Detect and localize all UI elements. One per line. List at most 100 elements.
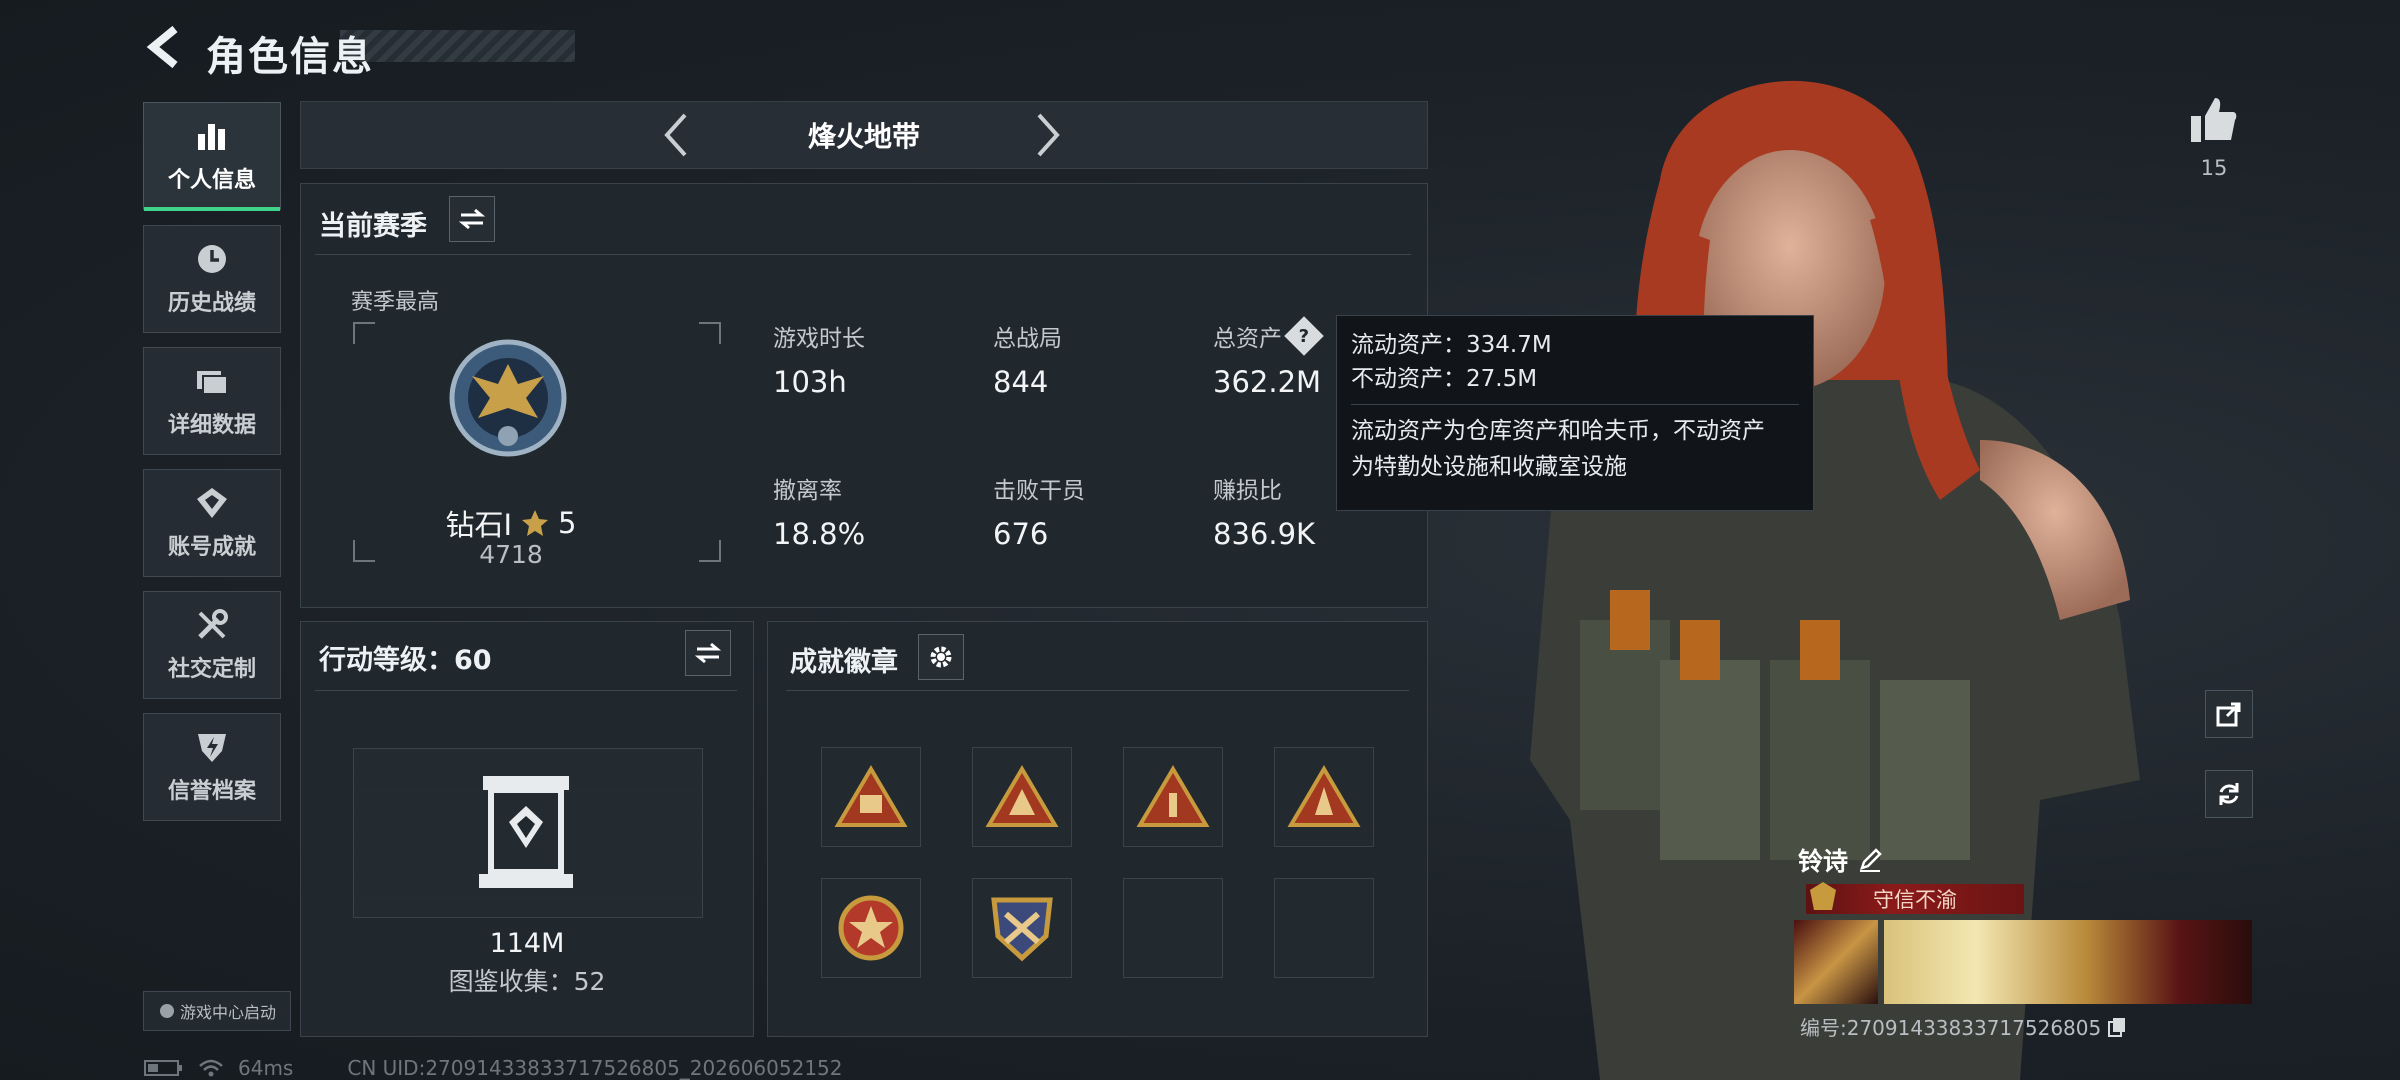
action-level-title: 行动等级：60: [319, 645, 492, 676]
gear-icon: [930, 646, 952, 668]
season-title: 当前赛季: [319, 211, 427, 242]
wrench-icon: [198, 609, 228, 639]
season-switch-button[interactable]: [449, 196, 495, 242]
shield-icon: [198, 734, 226, 762]
mode-selector: 烽火地带: [300, 101, 1428, 169]
sidebar-item-social-custom[interactable]: 社交定制: [143, 591, 281, 699]
star-medal-badge-icon: [838, 895, 904, 961]
rank-emblem-icon: [449, 339, 567, 457]
title-decoration: [340, 30, 575, 62]
frame-corner: [353, 322, 375, 344]
action-level-switch-button[interactable]: [685, 630, 731, 676]
sidebar-item-detailed-data[interactable]: 详细数据: [143, 347, 281, 455]
frame-corner: [699, 540, 721, 562]
copy-button[interactable]: [2107, 1016, 2127, 1038]
stat-value: 362.2M: [1213, 365, 1322, 399]
like-button[interactable]: 15: [2186, 96, 2242, 180]
achievements-divider: [786, 690, 1409, 691]
tooltip-fixed-assets: 不动资产：27.5M: [1351, 366, 1538, 392]
trophy-icon: [197, 488, 227, 518]
star-icon: [522, 510, 549, 536]
season-divider: [315, 254, 1411, 255]
player-name-row: 铃诗: [1798, 842, 1882, 878]
frame-corner: [353, 540, 375, 562]
sidebar-item-label: 信誉档案: [167, 779, 256, 804]
mode-next-button[interactable]: [1023, 110, 1073, 160]
help-icon: ?: [1298, 325, 1310, 347]
stat-value: 18.8%: [773, 517, 866, 551]
thumbs-up-icon: [2191, 98, 2237, 142]
stat-profit-ratio: 赚损比 836.9K: [1213, 471, 1315, 551]
achievement-badge[interactable]: [1274, 747, 1374, 847]
sidebar-item-label: 个人信息: [167, 168, 256, 193]
player-name: 铃诗: [1798, 847, 1849, 876]
season-panel: 当前赛季 赛季最高 钻石I 5 4718 游戏时长 103h 总战局 844 总…: [300, 183, 1428, 608]
triangle-badge-icon: [985, 765, 1059, 827]
asset-tooltip: 流动资产：334.7M 不动资产：27.5M 流动资产为仓库资产和哈夫币，不动资…: [1336, 315, 1814, 511]
stat-value: 103h: [773, 365, 847, 399]
achievement-badge[interactable]: [972, 747, 1072, 847]
honor-emblem-icon: [1810, 882, 1836, 910]
back-arrow-icon: [146, 25, 178, 69]
collection-value: 114M: [489, 928, 565, 959]
collection-case-icon: [479, 776, 573, 888]
achievement-badge[interactable]: [972, 878, 1072, 978]
stat-extract-rate: 撤离率 18.8%: [773, 471, 865, 551]
wifi-icon: [199, 1059, 223, 1077]
honor-title: 守信不渝: [1873, 888, 1957, 912]
tooltip-desc-line: 为特勤处设施和收藏室设施: [1351, 454, 1627, 480]
tooltip-desc-line: 流动资产为仓库资产和哈夫币，不动资产: [1351, 418, 1765, 444]
sidebar-item-personal-info[interactable]: 个人信息: [143, 102, 281, 211]
share-icon: [2216, 702, 2241, 727]
achievement-empty-slot[interactable]: [1274, 878, 1374, 978]
achievement-badge[interactable]: [1123, 747, 1223, 847]
calling-card-avatar: [1794, 920, 1878, 1004]
sidebar-item-credit[interactable]: 信誉档案: [143, 713, 281, 821]
sidebar-item-label: 详细数据: [167, 413, 256, 438]
mode-prev-button[interactable]: [651, 110, 701, 160]
achievement-badge[interactable]: [821, 747, 921, 847]
refresh-button[interactable]: [2205, 770, 2253, 818]
stat-total-matches: 总战局 844: [993, 319, 1062, 399]
sidebar-item-label: 账号成就: [167, 535, 256, 560]
ping-value: 64ms: [238, 1056, 294, 1080]
triangle-badge-icon: [834, 765, 908, 827]
calling-card-banner: [1884, 920, 2252, 1004]
stat-label: 撤离率: [773, 478, 842, 504]
bar-chart-icon: [198, 124, 225, 150]
stat-label: 总战局: [993, 326, 1062, 352]
triangle-badge-icon: [1136, 765, 1210, 827]
achievement-badge[interactable]: [821, 878, 921, 978]
achievements-settings-button[interactable]: [918, 634, 964, 680]
game-center-button[interactable]: 游戏中心启动: [143, 991, 291, 1031]
player-id: 编号:2709143383371752680​5: [1800, 1016, 2102, 1040]
action-level-panel: 行动等级：60 114M 图鉴收集：52: [300, 621, 754, 1037]
sidebar-item-achievements[interactable]: 账号成就: [143, 469, 281, 577]
stat-label: 击败干员: [993, 478, 1085, 504]
uid-text: CN UID:270914338337175268​05_20260605215…: [347, 1056, 843, 1080]
stat-total-assets: 总资产 ? 362.2M: [1213, 316, 1324, 399]
action-level-divider: [315, 690, 737, 691]
sidebar-item-history[interactable]: 历史战绩: [143, 225, 281, 333]
stat-label: 赚损比: [1213, 478, 1282, 504]
stat-label: 游戏时长: [773, 326, 865, 352]
share-button[interactable]: [2205, 690, 2253, 738]
triangle-badge-icon: [1287, 765, 1361, 827]
edit-name-button[interactable]: [1858, 848, 1882, 872]
chevron-right-icon: [1037, 113, 1060, 157]
tooltip-liquid-assets: 流动资产：334.7M: [1351, 332, 1552, 358]
calling-card[interactable]: [1794, 920, 2252, 1004]
achievement-empty-slot[interactable]: [1123, 878, 1223, 978]
back-button[interactable]: [140, 22, 190, 72]
rank-row: 钻石I 5: [401, 502, 621, 544]
tooltip-description: 流动资产为仓库资产和哈夫币，不动资产 为特勤处设施和收藏室设施: [1351, 404, 1799, 485]
like-count: 15: [2200, 156, 2228, 180]
stat-kills: 击败干员 676: [993, 471, 1085, 551]
chevron-left-icon: [664, 113, 687, 157]
mode-title: 烽火地带: [807, 120, 920, 153]
season-best-label: 赛季最高: [351, 290, 440, 315]
sidebar-item-label: 社交定制: [167, 657, 256, 682]
refresh-icon: [2219, 783, 2239, 805]
battery-icon: [144, 1060, 182, 1076]
asset-help-button[interactable]: ?: [1284, 316, 1324, 356]
